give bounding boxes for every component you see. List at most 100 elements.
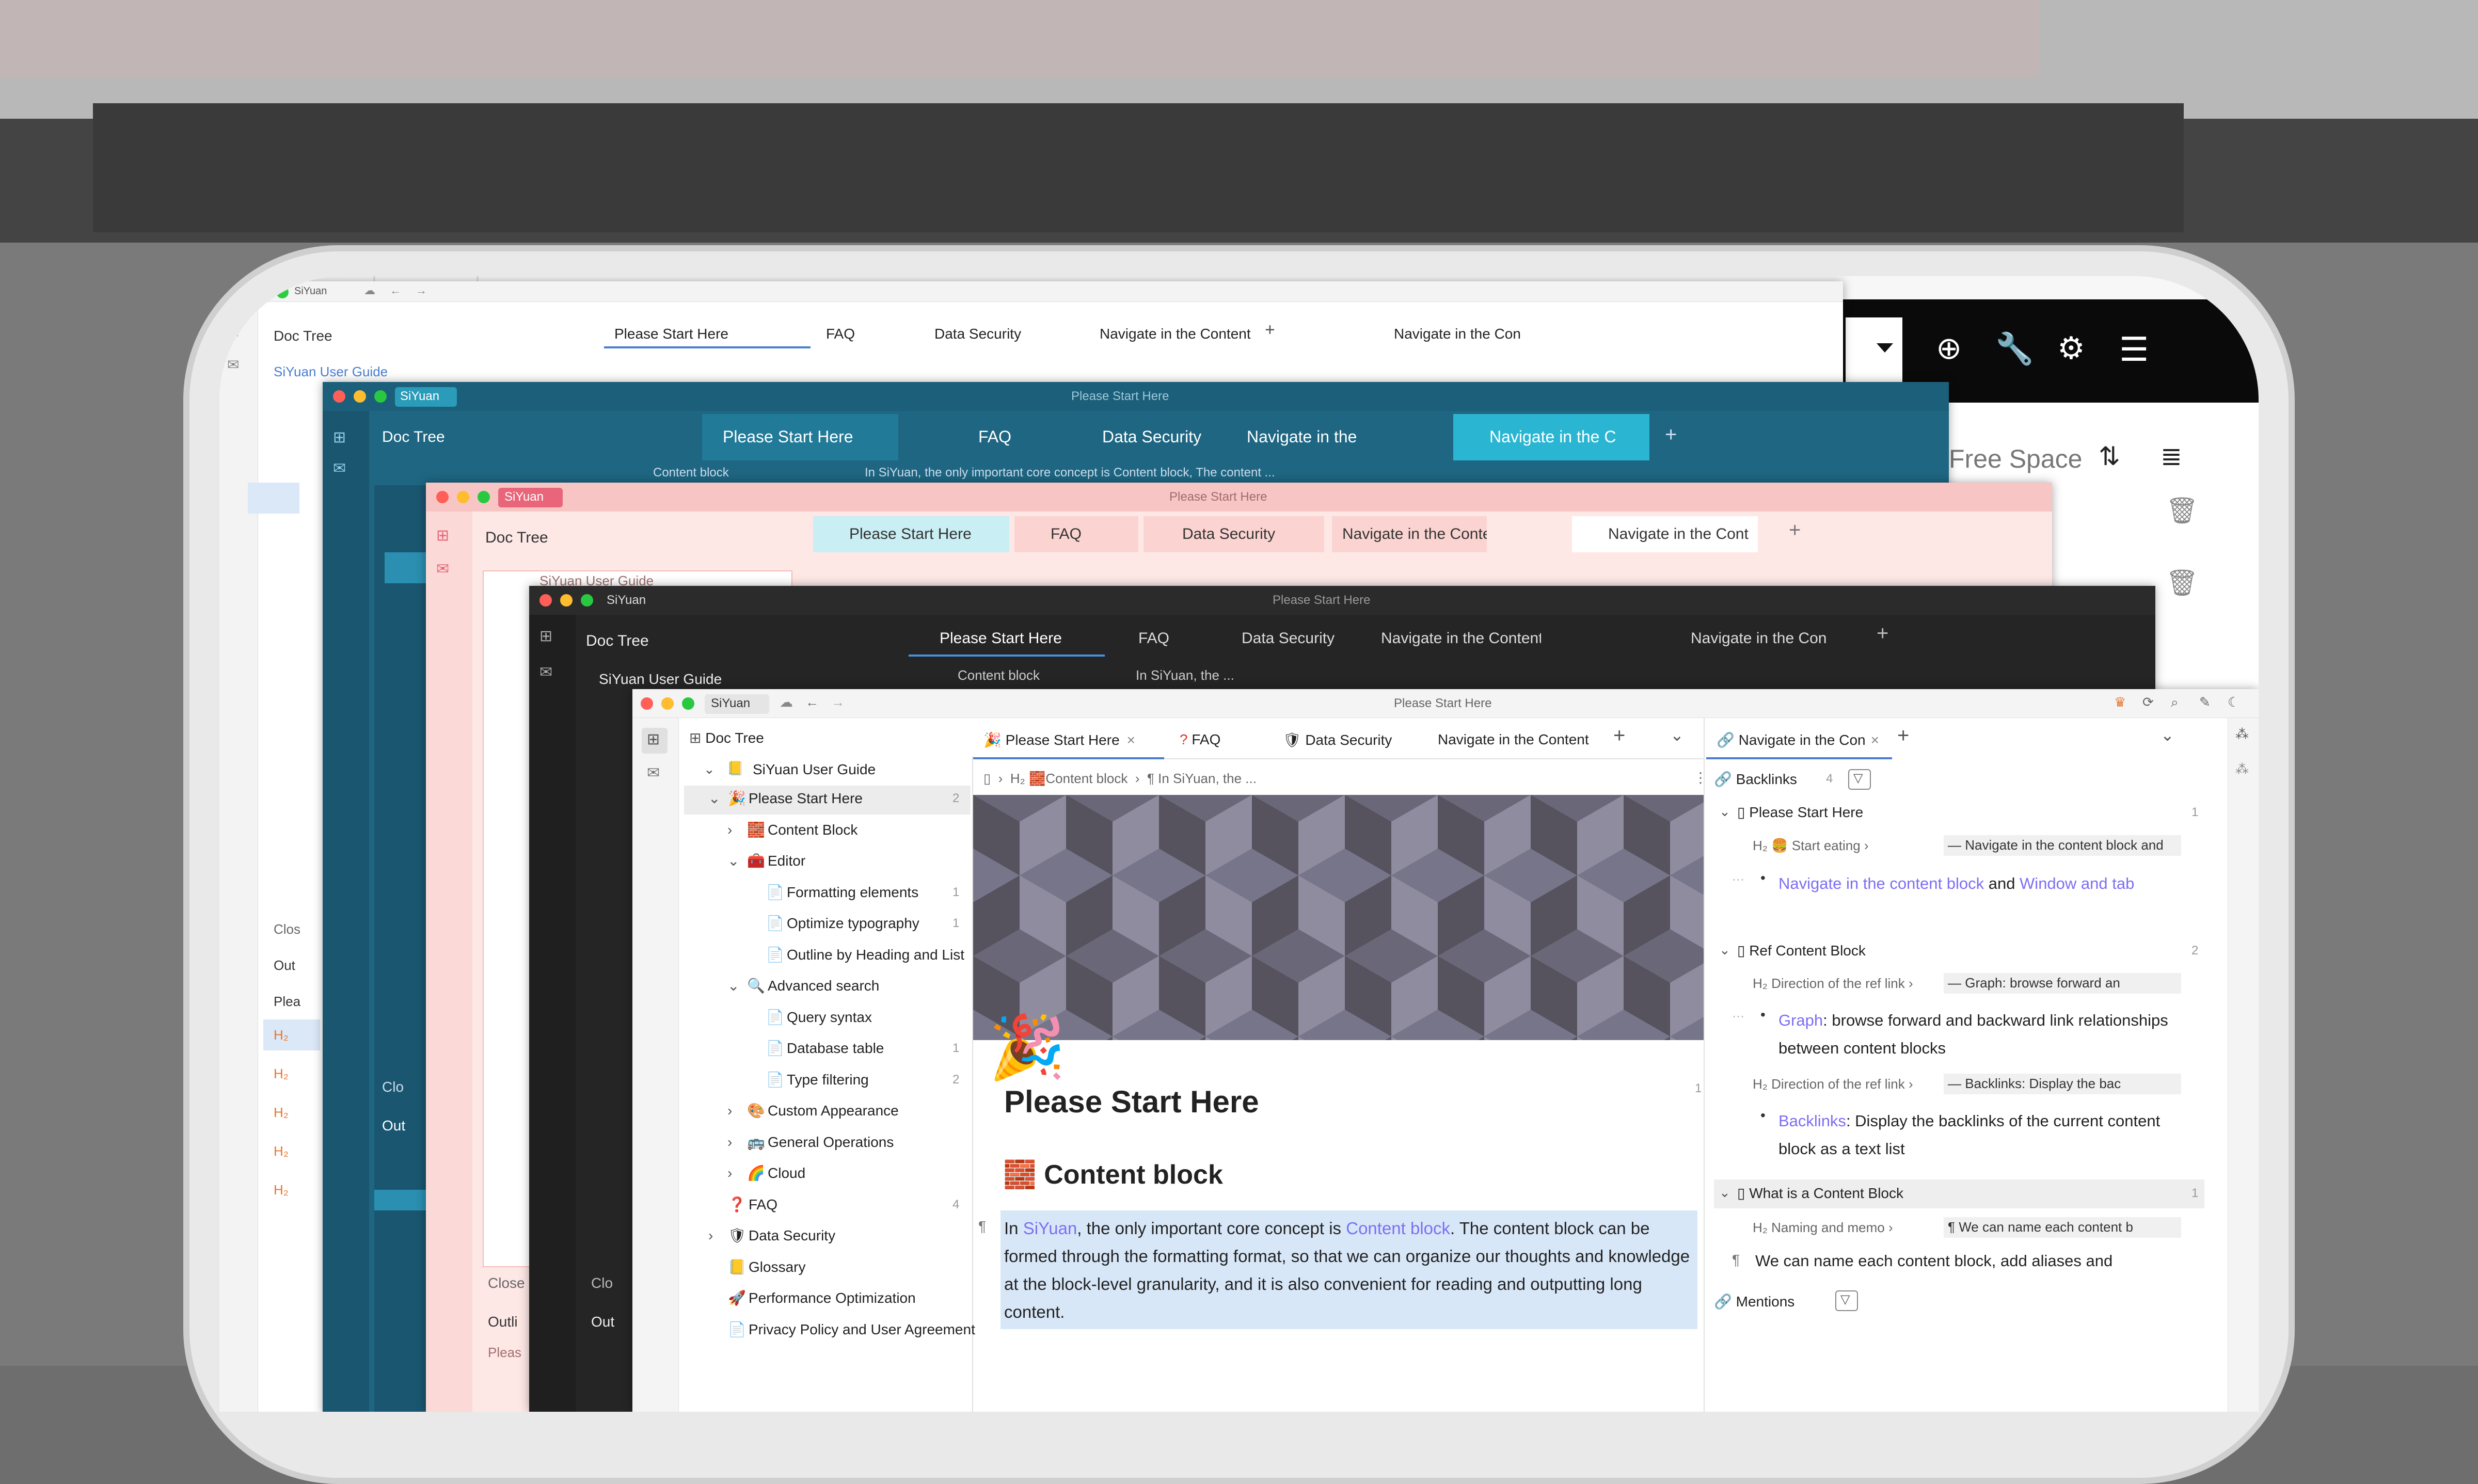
file-icon[interactable]: ▯ xyxy=(983,771,991,786)
chevron-down-icon[interactable]: ⌄ xyxy=(1670,725,1684,745)
inbox-icon[interactable]: ✉ xyxy=(436,560,449,578)
tree-item[interactable]: 📄 Type filtering xyxy=(746,1071,869,1088)
dropdown-field[interactable] xyxy=(1846,317,1902,390)
tab-data-security[interactable]: Data Security xyxy=(1205,619,1360,657)
arrow-left-icon[interactable]: ← xyxy=(805,694,819,710)
chevron-right-icon[interactable]: › xyxy=(727,1165,747,1182)
tab-navigate[interactable]: Navigate in the Content xyxy=(1365,619,1541,657)
tree-item[interactable]: 📄 Query syntax xyxy=(746,1009,872,1026)
tree-item[interactable]: 📄 Formatting elements xyxy=(746,884,918,901)
inbox-icon[interactable]: ✉ xyxy=(227,356,239,373)
chevron-down-icon[interactable]: ⌄ xyxy=(704,761,715,777)
chevron-down-icon[interactable]: ⌄ xyxy=(727,977,747,994)
tab-navigate[interactable]: Navigate in the Content xyxy=(1422,719,1593,759)
moon-icon[interactable]: ☾ xyxy=(2228,694,2239,710)
breadcrumb-content-block[interactable]: Content block xyxy=(958,667,1040,683)
backlink-crumb-paragraph-1[interactable]: — Navigate in the content block and xyxy=(1944,835,2181,856)
paragraph-marker-icon[interactable]: ¶ xyxy=(978,1218,986,1235)
tree-item[interactable]: › 🧱 Content Block xyxy=(727,821,857,838)
paragraph-marker-icon[interactable]: ¶ xyxy=(1732,1252,1740,1268)
chevron-down-icon[interactable]: ⌄ xyxy=(1719,942,1730,958)
tab-navigate[interactable]: Navigate in the xyxy=(1236,414,1365,460)
backlink-crumb-1[interactable]: H₂ 🍔 Start eating › xyxy=(1753,838,1869,854)
notebook-root[interactable]: SiYuan User Guide xyxy=(274,364,388,380)
tab-data-security[interactable]: Data Security xyxy=(924,317,1079,348)
tab-faq[interactable]: FAQ xyxy=(901,414,1056,460)
backlink-item-1[interactable]: Navigate in the content block and Window… xyxy=(1778,870,2171,898)
heading-content-block[interactable]: 🧱 Content block xyxy=(1003,1159,1223,1190)
cloud-icon[interactable]: ☁ xyxy=(364,284,375,297)
add-tab-button[interactable]: + xyxy=(1265,320,1275,340)
link-backlinks[interactable]: Backlinks xyxy=(1778,1112,1846,1130)
breadcrumb-paragraph[interactable]: In SiYuan, the ... xyxy=(1158,771,1257,786)
backlink-crumb-4[interactable]: H₂ Naming and memo › xyxy=(1753,1220,1893,1236)
window-zoom-button[interactable] xyxy=(682,697,694,710)
backlink-doc-2[interactable]: ▯ Ref Content Block xyxy=(1737,942,1866,959)
tab-backlinks[interactable]: 🔗 Navigate in the Con × xyxy=(1706,719,1892,759)
menu-icon[interactable]: ☰ xyxy=(2119,330,2149,369)
inbox-icon[interactable]: ✉ xyxy=(333,459,346,477)
breadcrumb-content-block[interactable]: Content block xyxy=(1045,771,1127,786)
chevron-down-icon[interactable]: ⌄ xyxy=(708,790,728,807)
list-icon[interactable]: ≣ xyxy=(2161,441,2182,471)
tree-item[interactable]: › 🛡 Data Security xyxy=(708,1227,835,1244)
document-title[interactable]: Please Start Here xyxy=(1004,1084,1259,1120)
tab-faq[interactable]: FAQ xyxy=(1107,619,1200,657)
link-graph[interactable]: Graph xyxy=(1778,1011,1823,1029)
breadcrumb-paragraph[interactable]: In SiYuan, the ... xyxy=(1136,667,1234,683)
doc-tree-icon[interactable]: ⊞ xyxy=(333,428,346,446)
add-tab-button[interactable]: + xyxy=(1897,724,1909,747)
tab-faq[interactable]: FAQ xyxy=(1014,516,1138,552)
breadcrumb-content-block[interactable]: Content block xyxy=(653,466,729,480)
inbox-icon[interactable]: ✉ xyxy=(647,764,660,782)
tree-item[interactable]: ⌄ 🔍 Advanced search xyxy=(727,977,879,994)
tab-navigate-right[interactable]: Navigate in the Cont xyxy=(1572,516,1758,552)
tab-please-start-here[interactable]: Please Start Here xyxy=(702,414,898,460)
chevron-down-icon[interactable]: ⌄ xyxy=(1719,804,1730,820)
window-zoom-button[interactable] xyxy=(374,390,387,403)
close-label[interactable]: Close xyxy=(488,1275,525,1291)
doc-tree-icon[interactable]: ⊞ xyxy=(539,627,552,645)
backlink-doc-1[interactable]: ▯ Please Start Here xyxy=(1737,804,1863,821)
chevron-down-icon[interactable]: ⌄ xyxy=(1719,1185,1730,1201)
tab-data-security[interactable]: Data Security xyxy=(1061,414,1231,460)
add-tab-button[interactable]: + xyxy=(1665,423,1677,446)
tab-navigate-right[interactable]: Navigate in the Con xyxy=(1384,317,1580,348)
tab-data-security[interactable]: Data Security xyxy=(1143,516,1324,552)
tab-please-start-here[interactable]: Please Start Here xyxy=(604,317,811,348)
link-siyuan[interactable]: SiYuan xyxy=(1023,1219,1077,1238)
doc-tree-icon[interactable]: ⊞ xyxy=(647,730,660,748)
doc-tree-icon[interactable]: ⊞ xyxy=(436,526,449,545)
workspace-name[interactable]: SiYuan xyxy=(607,593,646,608)
search-icon[interactable]: ⌕ xyxy=(2171,694,2179,711)
tree-item[interactable]: 📄 Privacy Policy and User Agreement xyxy=(708,1321,975,1338)
tree-item[interactable]: ⌄ 🧰 Editor xyxy=(727,852,805,869)
crown-icon[interactable]: ♛ xyxy=(2114,694,2126,710)
sync-icon[interactable]: ⟳ xyxy=(2142,694,2154,710)
link-window-tab[interactable]: Window and tab xyxy=(2020,874,2134,892)
close-label[interactable]: Clo xyxy=(591,1275,613,1291)
chevron-right-icon[interactable]: › xyxy=(727,822,747,838)
tab-please-start-here[interactable]: Please Start Here xyxy=(909,619,1105,657)
window-zoom-button[interactable] xyxy=(478,491,490,503)
chevron-right-icon[interactable]: › xyxy=(727,1134,747,1151)
inbox-icon[interactable]: ✉ xyxy=(539,663,552,681)
wrench-icon[interactable]: 🔧 xyxy=(1995,330,2034,367)
tree-item[interactable]: › 🚌 General Operations xyxy=(727,1134,894,1151)
window-zoom-button[interactable] xyxy=(276,286,289,298)
arrow-right-icon[interactable]: → xyxy=(831,694,845,710)
close-label[interactable]: Clo xyxy=(382,1079,404,1095)
backlink-crumb-2[interactable]: H₂ Direction of the ref link › xyxy=(1753,976,1913,992)
cloud-icon[interactable]: ☁ xyxy=(780,694,793,710)
paragraph-content-block[interactable]: In SiYuan, the only important core conce… xyxy=(1004,1215,1696,1326)
trash-icon[interactable]: 🗑 xyxy=(2166,496,2198,526)
close-label[interactable]: Clos xyxy=(274,921,300,937)
backlink-item-2[interactable]: Graph: browse forward and backward link … xyxy=(1778,1007,2181,1062)
graph-icon[interactable]: ⁂ xyxy=(2235,726,2249,742)
tab-please-start-here[interactable]: 🎉 Please Start Here × xyxy=(973,719,1164,759)
window-close-button[interactable] xyxy=(333,390,345,403)
breadcrumb-paragraph[interactable]: In SiYuan, the only important core conce… xyxy=(865,466,1275,480)
add-tab-button[interactable]: + xyxy=(1613,724,1625,747)
chevron-right-icon[interactable]: › xyxy=(727,1103,747,1119)
tree-item[interactable]: 📄 Database table xyxy=(746,1040,884,1057)
